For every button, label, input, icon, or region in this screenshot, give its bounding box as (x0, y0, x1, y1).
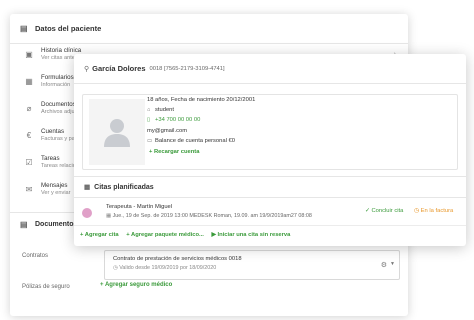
paperclip-icon: ⌀ (26, 104, 32, 113)
clock-icon: ◷ (414, 208, 421, 214)
calendar-icon: ▦ (84, 184, 91, 191)
appointment-row[interactable]: Terapeuta - Martín Miguel ▦ Jue., 19 de … (74, 200, 466, 226)
start-unbooked-link[interactable]: ▶ Iniciar una cita sin reserva (211, 232, 290, 238)
patient-data-header: ▤ Datos del paciente (10, 14, 408, 44)
in-invoice-button[interactable]: ◷ En la factura (414, 208, 453, 214)
menu-item-sub: Ver y enviar (41, 190, 71, 196)
menu-item-label: Formularios (41, 74, 74, 81)
patient-data-title: Datos del paciente (35, 24, 102, 33)
age-birth: 18 años, Fecha de nacimiento 20/12/2001 (147, 97, 256, 103)
menu-item-label: Documentos (41, 101, 76, 108)
phone: +34 700 00 00 00 (155, 117, 201, 123)
appointments-header: ▦ Citas planificadas (74, 176, 466, 198)
gear-icon[interactable]: ⚙ (381, 261, 387, 269)
caret-down-icon[interactable]: ▼ (390, 261, 395, 267)
occupation-row: ⌂ student (147, 107, 174, 113)
money-icon: € (26, 131, 32, 140)
location-pin-icon: ⚲ (84, 65, 90, 73)
appointment-details-row: ▦ Jue., 19 de Sep. de 2019 13:00 MEDESK … (106, 213, 312, 219)
contract-card[interactable]: Contrato de prestación de servicios médi… (104, 250, 400, 280)
phone-icon: ▯ (147, 117, 151, 123)
medical-history-icon: ▣ (25, 50, 33, 59)
contracts-label: Contratos (22, 253, 49, 259)
document-icon: ▤ (20, 219, 28, 229)
add-package-link[interactable]: + Agregar paquete médico... (126, 232, 204, 238)
documents-title: Documentos (35, 221, 78, 228)
tasks-icon: ☑ (25, 158, 33, 167)
contract-valid-text: Valido desde 19/09/2019 por 18/09/2020 (119, 265, 217, 271)
envelope-icon: ✉ (25, 185, 33, 194)
clipboard-icon: ▤ (20, 23, 28, 33)
patient-card: ⚲ García Dolores 0018 [7565-2179-3109-47… (74, 54, 466, 246)
add-insurance-link[interactable]: + Agregar seguro médico (100, 282, 172, 288)
briefcase-icon: ⌂ (147, 107, 151, 113)
recharge-account-link[interactable]: + Recargar cuenta (149, 149, 199, 155)
patient-header: ⚲ García Dolores 0018 [7565-2179-3109-47… (74, 54, 466, 84)
calendar-small-icon: ▦ (106, 213, 113, 219)
menu-item-label: Tareas (41, 155, 60, 162)
menu-item-label: Cuentas (41, 128, 65, 135)
appointments-title: Citas planificadas (94, 183, 154, 191)
appointment-therapist: Terapeuta - Martín Miguel (106, 204, 173, 210)
complete-appointment-label: Concluir cita (371, 208, 404, 214)
in-invoice-label: En la factura (420, 208, 454, 214)
balance: Balance de cuenta personal €0 (155, 138, 235, 144)
menu-item-label: Mensajes (41, 182, 68, 189)
add-appointment-link[interactable]: + Agregar cita (80, 232, 119, 238)
balance-row: ▭ Balance de cuenta personal €0 (147, 138, 235, 144)
occupation: student (155, 107, 175, 113)
phone-row[interactable]: ▯ +34 700 00 00 00 (147, 117, 200, 123)
email[interactable]: my@gmail.com (147, 128, 187, 134)
insurance-label: Pólizas de seguro (22, 284, 70, 290)
menu-item-label: Historia clínica (41, 47, 82, 54)
appointment-color-dot (82, 208, 92, 218)
profile-box: 18 años, Fecha de nacimiento 20/12/2001 … (82, 94, 458, 170)
menu-item-sub: Información (41, 82, 71, 88)
contract-title: Contrato de prestación de servicios médi… (113, 256, 242, 262)
start-unbooked-label: Iniciar una cita sin reserva (217, 232, 291, 238)
avatar[interactable] (89, 99, 145, 165)
appointment-actions: + Agregar cita + Agregar paquete médico.… (80, 232, 296, 242)
wallet-icon: ▭ (147, 138, 153, 144)
complete-appointment-button[interactable]: ✓ Concluir cita (365, 208, 403, 214)
patient-name: García Dolores (92, 64, 146, 73)
forms-icon: ▦ (25, 77, 33, 86)
contract-valid: ◷ Valido desde 19/09/2019 por 18/09/2020 (113, 265, 216, 271)
appointment-details: Jue., 19 de Sep. de 2019 13:00 MEDESK Ro… (112, 213, 312, 219)
user-silhouette-icon (104, 119, 130, 147)
patient-ids: 0018 [7565-2179-3109-4741] (149, 65, 225, 72)
